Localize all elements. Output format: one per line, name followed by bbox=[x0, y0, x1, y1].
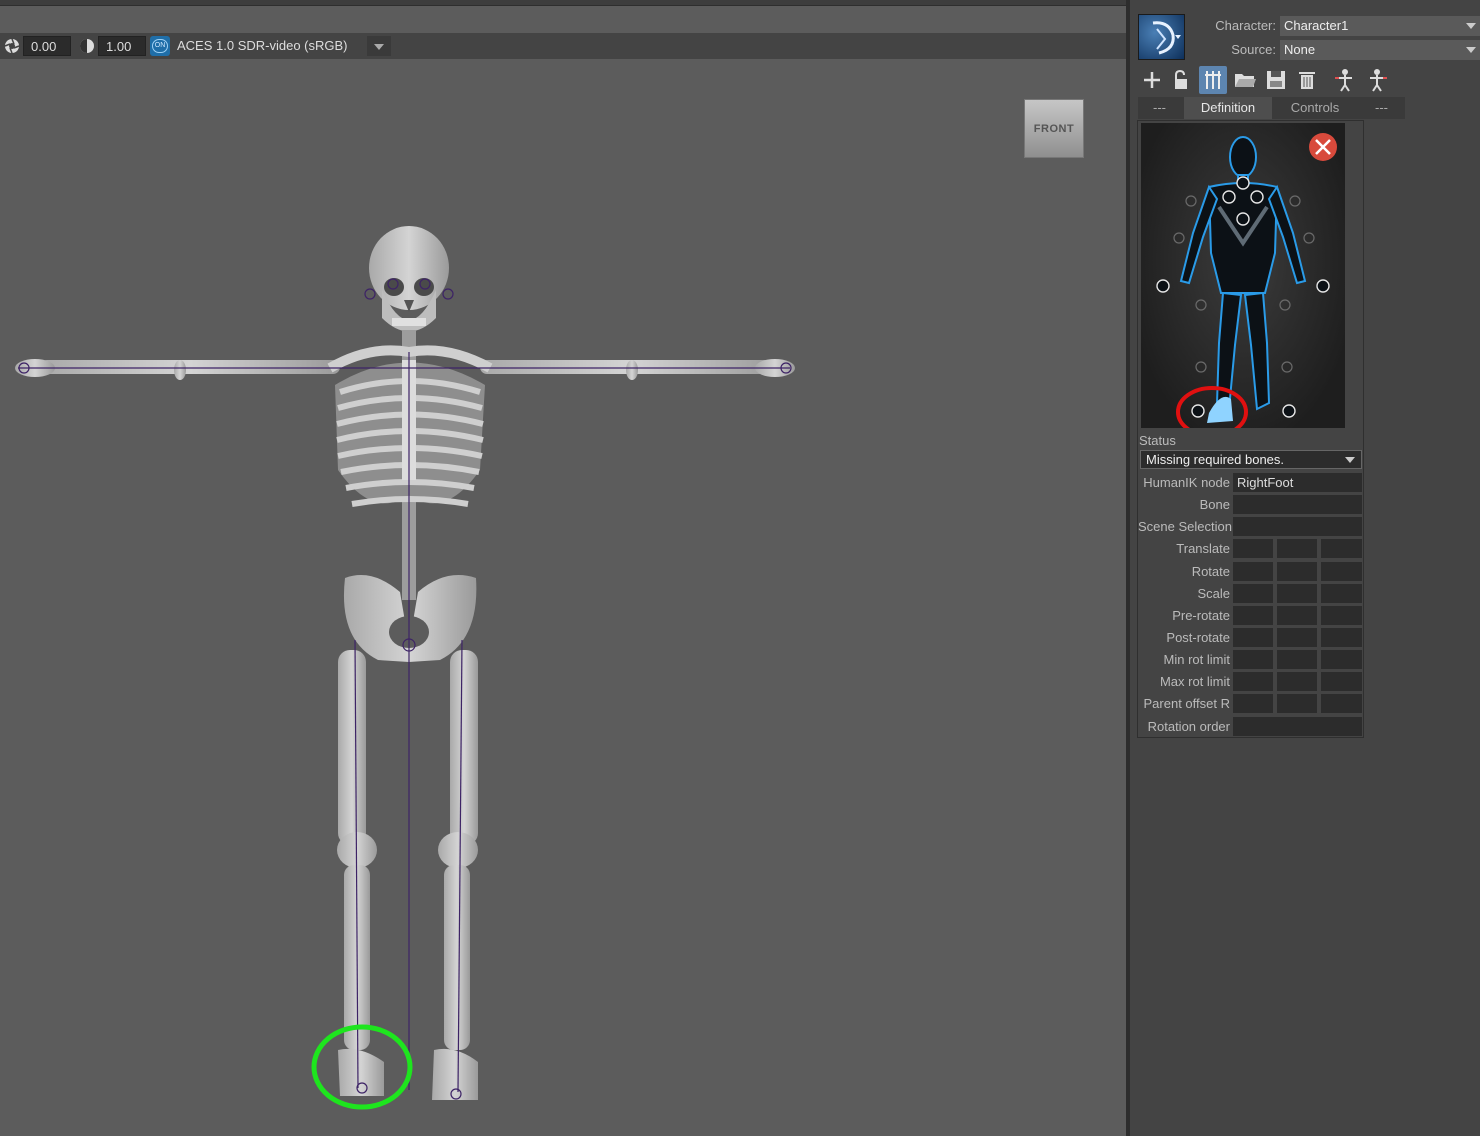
min-rot-z-field[interactable] bbox=[1321, 650, 1362, 669]
prop-row-max-rot-limit: Max rot limit bbox=[1138, 672, 1362, 691]
max-rot-y-field[interactable] bbox=[1277, 672, 1317, 691]
post-rotate-x-field[interactable] bbox=[1233, 628, 1273, 647]
prop-label: Pre-rotate bbox=[1172, 608, 1230, 623]
prop-label: Post-rotate bbox=[1166, 630, 1230, 645]
chevron-down-icon bbox=[1466, 47, 1476, 53]
viewport-panel[interactable]: 0.00 1.00 ON ACES 1.0 SDR-video (sRGB) F… bbox=[0, 0, 1126, 1136]
humanik-logo-icon bbox=[1152, 21, 1181, 55]
rotate-z-field[interactable] bbox=[1321, 562, 1362, 581]
max-rot-z-field[interactable] bbox=[1321, 672, 1362, 691]
folder-open-icon[interactable] bbox=[1231, 66, 1259, 94]
tab-controls[interactable]: Controls bbox=[1275, 97, 1355, 119]
pre-rotate-z-field[interactable] bbox=[1321, 606, 1362, 625]
prop-row-pre-rotate: Pre-rotate bbox=[1138, 606, 1362, 625]
create-character-icon[interactable] bbox=[1138, 66, 1166, 94]
humanik-panel: Character: Character1 Source: None --- D… bbox=[1130, 0, 1480, 1136]
prop-label: Min rot limit bbox=[1163, 652, 1230, 667]
mirror-left-icon[interactable] bbox=[1331, 66, 1359, 94]
scale-y-field[interactable] bbox=[1277, 584, 1317, 603]
source-value: None bbox=[1284, 42, 1316, 57]
bone-field[interactable] bbox=[1233, 495, 1362, 514]
lock-icon[interactable] bbox=[1166, 66, 1194, 94]
mirror-right-icon[interactable] bbox=[1363, 66, 1391, 94]
prop-row-scene-selection: Scene Selection bbox=[1138, 517, 1362, 536]
prop-row-rotation-order: Rotation order bbox=[1138, 717, 1362, 736]
prop-row-parent-offset-r: Parent offset R bbox=[1138, 694, 1362, 713]
post-rotate-z-field[interactable] bbox=[1321, 628, 1362, 647]
tab-definition[interactable]: Definition bbox=[1184, 97, 1272, 119]
prop-label: Scale bbox=[1197, 586, 1230, 601]
character-value: Character1 bbox=[1284, 18, 1349, 33]
status-label: Status bbox=[1139, 433, 1176, 448]
skeleton-model[interactable] bbox=[0, 0, 1126, 1136]
scale-x-field[interactable] bbox=[1233, 584, 1273, 603]
min-rot-x-field[interactable] bbox=[1233, 650, 1273, 669]
chevron-down-icon bbox=[1345, 457, 1355, 463]
translate-x-field[interactable] bbox=[1233, 539, 1273, 558]
chevron-down-icon bbox=[1466, 23, 1476, 29]
prop-row-rotate: Rotate bbox=[1138, 562, 1362, 581]
character-definition-figure[interactable] bbox=[1141, 123, 1345, 438]
skull bbox=[369, 226, 449, 332]
scale-z-field[interactable] bbox=[1321, 584, 1362, 603]
humanik-tabs: --- Definition Controls --- bbox=[1138, 97, 1405, 119]
prop-row-scale: Scale bbox=[1138, 584, 1362, 603]
parent-offset-y-field[interactable] bbox=[1277, 694, 1317, 713]
status-dropdown[interactable]: Missing required bones. bbox=[1140, 450, 1362, 469]
ribcage bbox=[335, 360, 485, 507]
tab-right-extra[interactable]: --- bbox=[1358, 97, 1405, 119]
prop-row-min-rot-limit: Min rot limit bbox=[1138, 650, 1362, 669]
prop-row-humanik-node: HumanIK node RightFoot bbox=[1138, 473, 1362, 492]
source-label: Source: bbox=[1231, 42, 1276, 57]
rotate-y-field[interactable] bbox=[1277, 562, 1317, 581]
scene-selection-field[interactable] bbox=[1233, 517, 1362, 536]
translate-z-field[interactable] bbox=[1321, 539, 1362, 558]
skeleton-definition-icon[interactable] bbox=[1199, 66, 1227, 94]
prop-label: Rotation order bbox=[1147, 719, 1230, 734]
delete-trash-icon[interactable] bbox=[1293, 66, 1321, 94]
rotate-x-field[interactable] bbox=[1233, 562, 1273, 581]
humanik-logo-button[interactable] bbox=[1138, 14, 1185, 60]
pre-rotate-x-field[interactable] bbox=[1233, 606, 1273, 625]
post-rotate-y-field[interactable] bbox=[1277, 628, 1317, 647]
max-rot-x-field[interactable] bbox=[1233, 672, 1273, 691]
prop-label: Rotate bbox=[1191, 564, 1230, 579]
prop-row-bone: Bone bbox=[1138, 495, 1362, 514]
close-icon[interactable] bbox=[1309, 133, 1337, 161]
pre-rotate-y-field[interactable] bbox=[1277, 606, 1317, 625]
rotation-order-field[interactable] bbox=[1233, 717, 1362, 736]
prop-label: Translate bbox=[1176, 541, 1230, 556]
prop-label: Parent offset R bbox=[1143, 696, 1230, 711]
parent-offset-z-field[interactable] bbox=[1321, 694, 1362, 713]
character-dropdown[interactable]: Character1 bbox=[1280, 16, 1480, 36]
prop-row-post-rotate: Post-rotate bbox=[1138, 628, 1362, 647]
prop-label: Max rot limit bbox=[1159, 674, 1230, 689]
character-label: Character: bbox=[1215, 18, 1276, 33]
parent-offset-x-field[interactable] bbox=[1233, 694, 1273, 713]
source-dropdown[interactable]: None bbox=[1280, 40, 1480, 60]
save-icon[interactable] bbox=[1262, 66, 1290, 94]
prop-row-translate: Translate bbox=[1138, 539, 1362, 558]
prop-label: HumanIK node bbox=[1143, 475, 1230, 490]
min-rot-y-field[interactable] bbox=[1277, 650, 1317, 669]
prop-label: Bone bbox=[1199, 497, 1230, 512]
translate-y-field[interactable] bbox=[1277, 539, 1317, 558]
tab-left-extra[interactable]: --- bbox=[1138, 97, 1181, 119]
right-foot-highlight bbox=[1207, 396, 1233, 423]
humanik-node-field[interactable]: RightFoot bbox=[1233, 473, 1362, 492]
prop-label: Scene Selection bbox=[1138, 519, 1232, 534]
status-value: Missing required bones. bbox=[1146, 452, 1285, 467]
bone-marker-icons[interactable] bbox=[1156, 176, 1330, 418]
